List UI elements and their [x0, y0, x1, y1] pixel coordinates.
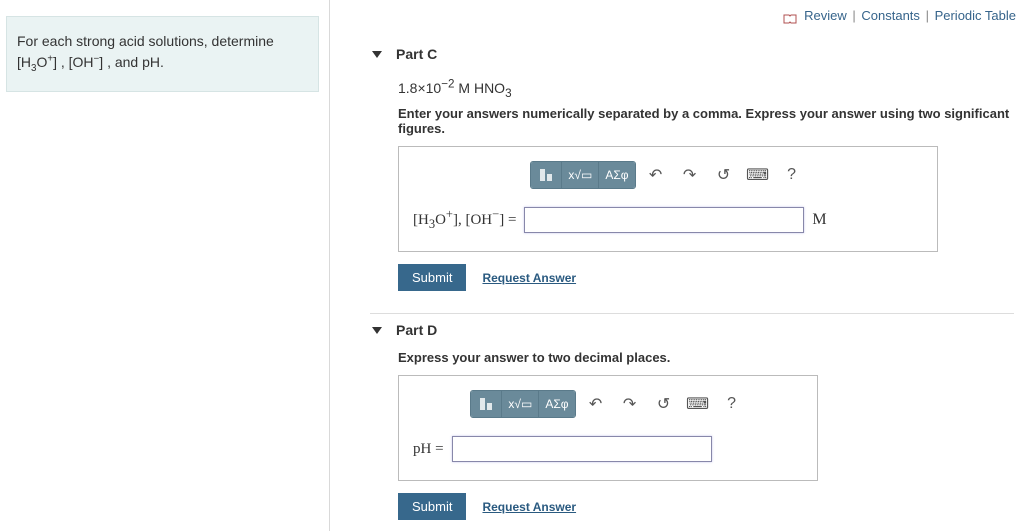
part-d-title: Part D: [396, 322, 437, 338]
keyboard-button[interactable]: ⌨: [744, 162, 772, 188]
templates-button[interactable]: [531, 162, 561, 188]
part-c-unit: M: [812, 211, 826, 229]
part-c-submit-button[interactable]: Submit: [398, 264, 466, 291]
question-prompt: For each strong acid solutions, determin…: [6, 16, 319, 92]
reset-button[interactable]: ↺: [710, 162, 738, 188]
review-link[interactable]: Review: [804, 8, 847, 23]
reset-button[interactable]: ↺: [650, 391, 678, 417]
constants-link[interactable]: Constants: [861, 8, 920, 23]
part-c-request-answer[interactable]: Request Answer: [482, 271, 576, 285]
redo-button[interactable]: ↷: [676, 162, 704, 188]
part-d-request-answer[interactable]: Request Answer: [482, 500, 576, 514]
prompt-line1: For each strong acid solutions, determin…: [17, 33, 274, 49]
part-c-title: Part C: [396, 46, 437, 62]
book-icon: [783, 12, 797, 22]
undo-button[interactable]: ↶: [582, 391, 610, 417]
part-c-answer-input[interactable]: [524, 207, 804, 233]
part-d-instruction: Express your answer to two decimal place…: [398, 350, 1014, 365]
chevron-down-icon: [372, 51, 382, 58]
part-d-answer-input[interactable]: [452, 436, 712, 462]
sqrt-button[interactable]: x√▭: [561, 162, 598, 188]
part-c-toolbar: x√▭ ΑΣφ ↶ ↷ ↺ ⌨ ?: [413, 161, 923, 189]
sqrt-button[interactable]: x√▭: [501, 391, 538, 417]
undo-button[interactable]: ↶: [642, 162, 670, 188]
part-d-toolbar: x√▭ ΑΣφ ↶ ↷ ↺ ⌨ ?: [413, 390, 803, 418]
periodic-link[interactable]: Periodic Table: [935, 8, 1016, 23]
prompt-oh: [OH−]: [69, 54, 104, 70]
chevron-down-icon: [372, 327, 382, 334]
part-c-header[interactable]: Part C: [370, 38, 1014, 68]
greek-button[interactable]: ΑΣφ: [598, 162, 634, 188]
part-d-answerbox: x√▭ ΑΣφ ↶ ↷ ↺ ⌨ ? pH =: [398, 375, 818, 481]
part-c-answerbox: x√▭ ΑΣφ ↶ ↷ ↺ ⌨ ? [H3O+], [OH−] =: [398, 146, 938, 252]
redo-button[interactable]: ↷: [616, 391, 644, 417]
keyboard-button[interactable]: ⌨: [684, 391, 712, 417]
part-d-header[interactable]: Part D: [370, 313, 1014, 344]
prompt-h3o: [H3O+]: [17, 54, 57, 70]
help-button[interactable]: ?: [718, 391, 746, 417]
greek-button[interactable]: ΑΣφ: [538, 391, 574, 417]
part-d-submit-button[interactable]: Submit: [398, 493, 466, 520]
top-links: Review | Constants | Periodic Table: [783, 8, 1017, 23]
part-c-concentration: 1.8×10−2 M HNO3: [398, 80, 1014, 96]
templates-button[interactable]: [471, 391, 501, 417]
part-c-eq-label: [H3O+], [OH−] =: [413, 212, 516, 229]
part-d-eq-label: pH =: [413, 441, 444, 458]
prompt-tail: , and pH.: [107, 54, 164, 70]
help-button[interactable]: ?: [778, 162, 806, 188]
part-c-instruction: Enter your answers numerically separated…: [398, 106, 1014, 136]
